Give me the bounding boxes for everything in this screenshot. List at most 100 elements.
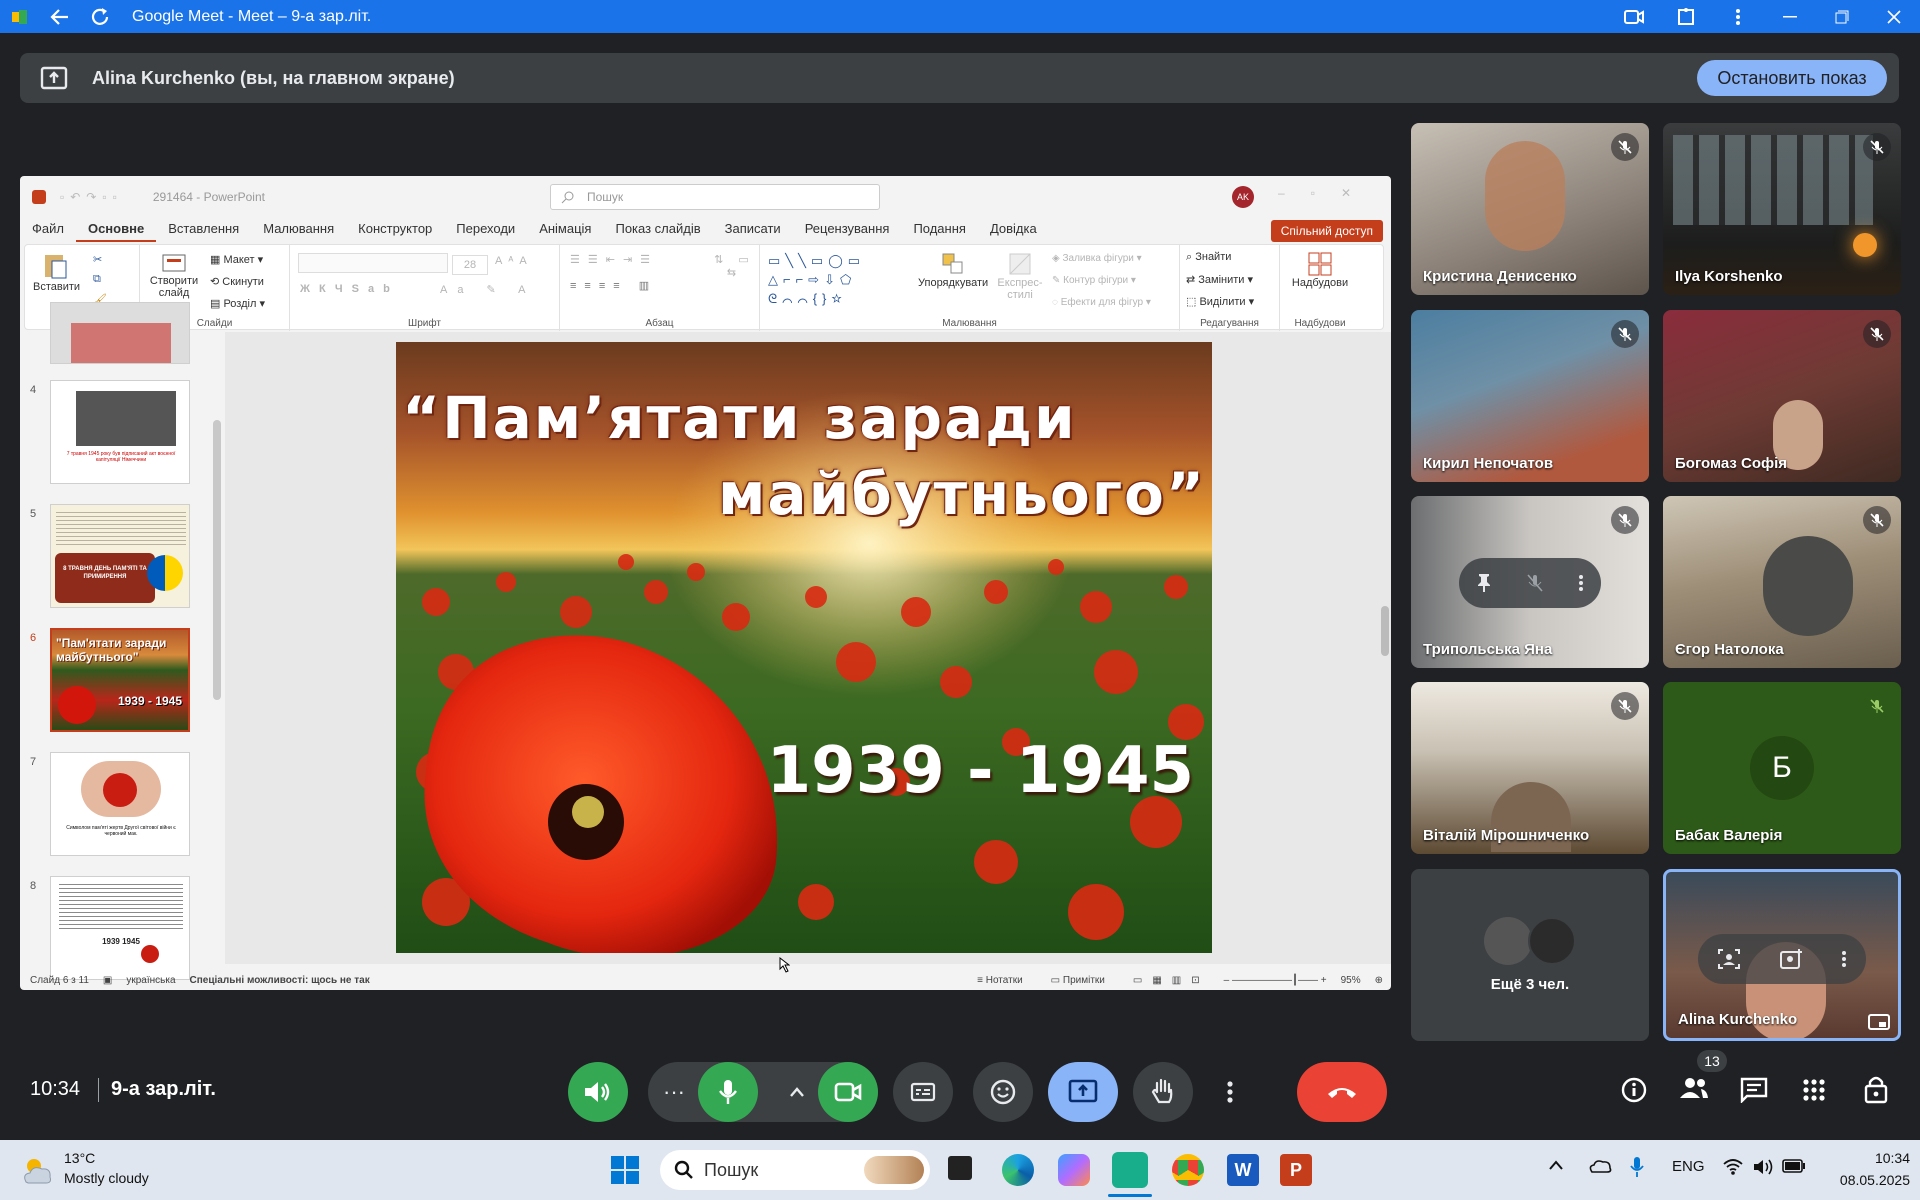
back-arrow-icon[interactable] [40,0,80,33]
restore-icon[interactable] [1816,0,1868,33]
tray-chevron-icon[interactable] [1548,1160,1564,1170]
battery-icon[interactable] [1782,1159,1806,1173]
activities-icon[interactable] [1802,1078,1826,1102]
word-icon[interactable]: W [1227,1154,1259,1186]
section-button[interactable]: ▤ Розділ ▾ [210,297,265,310]
extensions-icon[interactable] [1660,0,1712,33]
add-effect-icon[interactable] [1779,948,1803,970]
current-slide[interactable]: “Пам’ятати заради майбутнього” 1939 - 19… [396,342,1212,953]
taskbar-date[interactable]: 08.05.2025 [1820,1172,1910,1188]
language-indicator[interactable]: українська [126,975,175,986]
language-indicator[interactable]: ENG [1672,1158,1705,1175]
wifi-icon[interactable] [1722,1158,1744,1176]
participant-tile[interactable]: Ilya Korshenko [1663,123,1901,295]
tab-help[interactable]: Довідка [978,218,1049,242]
camera-icon[interactable] [1608,0,1660,33]
slide-scrollbar[interactable] [1381,606,1389,656]
participant-tile[interactable]: Трипольська Яна [1411,496,1649,668]
more-vert-icon[interactable] [1712,0,1764,33]
thumbnail-slide-7[interactable]: Символом пам'яті жертв Другої світової в… [50,752,190,856]
powerpoint-icon[interactable]: P [1280,1154,1312,1186]
audio-settings-more-icon[interactable]: ··· [652,1062,696,1122]
zoom-slider[interactable]: – ——————┃—— + [1224,975,1327,986]
paste-button[interactable]: Вставити [33,251,80,293]
more-options-button[interactable] [1208,1062,1252,1122]
comments-button[interactable]: ▭ Примітки [1051,975,1119,986]
mute-participant-icon[interactable] [1526,573,1544,593]
stop-presenting-button[interactable]: Остановить показ [1697,60,1887,96]
quick-access-icons[interactable]: ▫↶↷▫▫ [60,190,123,204]
new-slide-button[interactable]: Створити слайд [146,253,202,299]
tab-slideshow[interactable]: Показ слайдів [603,218,712,242]
chat-icon[interactable] [1740,1077,1768,1103]
participant-tile[interactable]: Єгор Натолока [1663,496,1901,668]
windows-start-icon[interactable] [610,1155,640,1185]
chrome-icon[interactable] [1172,1154,1204,1186]
tab-animations[interactable]: Анімація [527,218,603,242]
people-icon[interactable] [1678,1076,1710,1100]
participant-tile[interactable]: Кристина Денисенко [1411,123,1649,295]
taskbar-time[interactable]: 10:34 [1830,1150,1910,1166]
tab-design[interactable]: Конструктор [346,218,444,242]
participant-tile[interactable]: Богомаз Софія [1663,310,1901,482]
audio-output-button[interactable] [568,1062,628,1122]
raise-hand-button[interactable] [1133,1062,1193,1122]
replace-button[interactable]: ⇄ Замінити ▾ [1186,273,1253,286]
spellcheck-icon[interactable]: ▣ [103,975,112,986]
participant-tile[interactable]: Кирил Непочатов [1411,310,1649,482]
font-name-select[interactable] [298,253,448,273]
layout-button[interactable]: ▦ Макет ▾ [210,253,263,266]
present-screen-button[interactable] [1048,1062,1118,1122]
quick-styles-button[interactable]: Експрес-стилі [994,251,1046,301]
thumbnail-slide-6-selected[interactable]: "Пам'ятати заради майбутнього" 1939 - 19… [50,628,190,732]
others-tile[interactable]: Ещё 3 чел. [1411,869,1649,1041]
list-icons[interactable]: ☰☰⇤⇥☰ [570,253,658,266]
copilot-icon[interactable] [1058,1154,1090,1186]
reactions-button[interactable] [973,1062,1033,1122]
thumbnail-slide-5[interactable]: 8 ТРАВНЯ ДЕНЬ ПАМ'ЯТІ ТА ПРИМИРЕННЯ [50,504,190,608]
video-settings-chevron-icon[interactable] [770,1062,824,1122]
text-direction-icons[interactable]: ⇅ ▭ ⇆ [710,253,759,279]
tab-insert[interactable]: Вставлення [156,218,251,242]
shape-fill-button[interactable]: ◈ Заливка фігури ▾ [1052,253,1142,264]
font-color-icons[interactable]: Aa ✎ A [440,283,536,296]
font-grow-shrink-icons[interactable]: AᴬA [495,255,533,267]
microphone-button[interactable] [698,1062,758,1122]
participant-tile[interactable]: Віталій Мірошниченко [1411,682,1649,854]
tray-mic-icon[interactable] [1630,1156,1644,1178]
shape-effects-button[interactable]: ◌ Ефекти для фігур ▾ [1052,297,1151,308]
addins-button[interactable]: Надбудови [1288,251,1352,289]
edge-icon[interactable] [1002,1154,1034,1186]
thumbnail-scrollbar[interactable] [213,420,221,700]
leave-call-button[interactable] [1297,1062,1387,1122]
ppt-avatar[interactable]: AK [1232,186,1254,208]
tab-record[interactable]: Записати [713,218,793,242]
camera-button[interactable] [818,1062,878,1122]
meeting-info-icon[interactable] [1620,1076,1648,1104]
minimize-icon[interactable] [1764,0,1816,33]
host-controls-icon[interactable] [1863,1074,1889,1104]
pin-icon[interactable] [1476,573,1492,593]
self-tile[interactable]: Alina Kurchenko [1663,869,1901,1041]
tab-transitions[interactable]: Переходи [444,218,527,242]
taskbar-search[interactable]: Пошук [660,1150,930,1190]
captions-button[interactable] [893,1062,953,1122]
onedrive-icon[interactable] [1588,1158,1612,1174]
thumbnail-slide-4[interactable]: 7 травня 1945 року був підписаний акт во… [50,380,190,484]
align-icons[interactable]: ≡≡≡≡ ▥ [570,279,657,292]
view-mode-icons[interactable]: ▭▦▥⊡ [1133,975,1210,986]
tab-review[interactable]: Рецензування [793,218,902,242]
thumbnail-slide-3[interactable] [50,302,190,364]
reload-icon[interactable] [80,0,120,33]
tab-view[interactable]: Подання [901,218,978,242]
ppt-search-input[interactable]: Пошук [550,184,880,210]
more-options-icon[interactable] [1578,574,1584,592]
tab-home[interactable]: Основне [75,218,157,242]
participant-tile[interactable]: Б Бабак Валерія [1663,682,1901,854]
find-button[interactable]: ⌕ Знайти [1186,251,1231,264]
volume-icon[interactable] [1752,1158,1774,1176]
teams-icon[interactable] [1112,1152,1148,1188]
zoom-level[interactable]: 95% [1341,975,1361,986]
reset-button[interactable]: ⟲ Скинути [210,275,264,288]
ppt-window-controls[interactable]: –▫✕ [1278,186,1377,200]
